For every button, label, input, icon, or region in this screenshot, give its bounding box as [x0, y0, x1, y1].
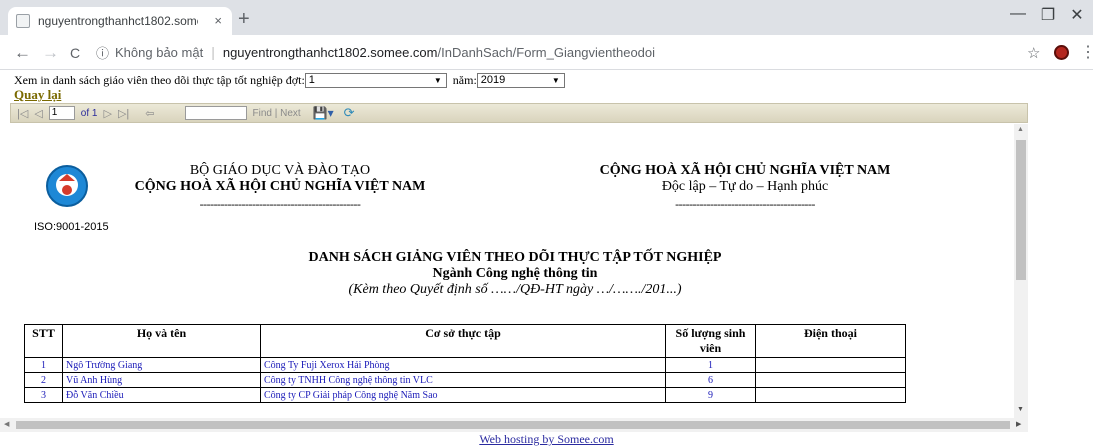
year-select-value: 2019 — [480, 74, 506, 86]
country-name-right: CỘNG HOÀ XÃ HỘI CHỦ NGHĨA VIỆT NAM — [599, 163, 891, 178]
motto: Độc lập – Tự do – Hạnh phúc — [661, 179, 829, 194]
row-place: Công Ty Fuji Xerox Hải Phòng — [260, 357, 666, 373]
find-input[interactable] — [184, 106, 247, 120]
forward-button[interactable]: → — [42, 43, 59, 63]
col-phone: Điện thoại — [755, 324, 906, 358]
col-count: Số lượng sinh viên — [665, 324, 756, 358]
report-title: DANH SÁCH GIẢNG VIÊN THEO DÕI THỰC TẬP T… — [308, 250, 722, 265]
table-row: 1 Ngô Trường Giang Công Ty Fuji Xerox Hả… — [24, 357, 906, 373]
url-host[interactable]: nguyentrongthanhct1802.somee.com — [223, 45, 438, 60]
close-window-button[interactable]: ✕ — [1062, 5, 1092, 25]
page-number-input[interactable]: 1 — [48, 106, 75, 120]
back-to-parent-icon[interactable]: ⇦ — [145, 107, 154, 120]
hosting-footer-link[interactable]: Web hosting by Somee.com — [0, 432, 1093, 446]
row-place: Công ty CP Giải pháp Công nghệ Năm Sao — [260, 387, 666, 403]
horizontal-scroll-thumb[interactable] — [16, 421, 1010, 429]
new-tab-button[interactable]: + — [238, 9, 250, 29]
iso-label: ISO:9001-2015 — [34, 221, 109, 233]
row-place: Công ty TNHH Công nghệ thông tin VLC — [260, 372, 666, 388]
find-separator: | — [274, 107, 278, 119]
scroll-left-icon[interactable]: ◀ — [4, 420, 9, 428]
info-icon[interactable]: ⓘ — [96, 43, 109, 62]
row-name: Vũ Anh Hùng — [62, 372, 261, 388]
horizontal-scrollbar[interactable]: ◀ ▶ — [0, 418, 1028, 432]
browser-toolbar: ← → C ⓘ Không bảo mật | nguyentrongthanh… — [0, 35, 1093, 70]
table-header-row: STT Họ và tên Cơ sở thực tập Số lượng si… — [24, 324, 906, 358]
next-page-icon[interactable]: ▷ — [103, 107, 111, 120]
header-right-divider: ---------------------------------------- — [675, 197, 815, 211]
period-select-value: 1 — [308, 74, 315, 86]
refresh-icon[interactable]: ⟳ — [344, 105, 355, 121]
report-note: (Kèm theo Quyết định số ……/QĐ-HT ngày …/… — [348, 282, 682, 297]
chevron-down-icon: ▼ — [433, 76, 442, 85]
bookmark-star-icon[interactable]: ☆ — [1027, 44, 1040, 62]
url-path[interactable]: /InDanhSach/Form_Giangvientheodoi — [438, 45, 656, 60]
browser-tabstrip: nguyentrongthanhct1802.somee × + — ❐ ✕ — [0, 0, 1093, 35]
row-phone — [755, 387, 906, 403]
row-phone — [755, 372, 906, 388]
maximize-button[interactable]: ❐ — [1033, 5, 1063, 25]
report-title-block: DANH SÁCH GIẢNG VIÊN THEO DÕI THỰC TẬP T… — [240, 250, 790, 298]
last-page-icon[interactable]: ▷| — [118, 107, 129, 120]
country-name-left: CỘNG HOÀ XÃ HỘI CHỦ NGHĨA VIỆT NAM — [134, 179, 426, 194]
security-label[interactable]: Không bảo mật — [115, 45, 203, 60]
year-select[interactable]: 2019 ▼ — [476, 73, 565, 88]
ministry-name: BỘ GIÁO DỤC VÀ ĐÀO TẠO — [189, 163, 371, 178]
minimize-button[interactable]: — — [1003, 5, 1033, 23]
row-count: 9 — [665, 387, 756, 403]
row-name: Đỗ Văn Chiều — [62, 387, 261, 403]
col-stt: STT — [24, 324, 63, 358]
tab-close-icon[interactable]: × — [214, 13, 222, 28]
year-label: năm: — [452, 73, 477, 87]
report-viewport: ISO:9001-2015 BỘ GIÁO DỤC VÀ ĐÀO TẠO CỘN… — [10, 124, 1014, 418]
header-left: BỘ GIÁO DỤC VÀ ĐÀO TẠO CỘNG HOÀ XÃ HỘI C… — [120, 163, 440, 212]
report-toolbar: |◁ ◁ 1 of 1 ▷ ▷| ⇦ Find | Next 💾▾ ⟳ — [10, 103, 1028, 123]
period-select[interactable]: 1 ▼ — [304, 73, 447, 88]
reload-button[interactable]: C — [70, 45, 80, 61]
extension-icon[interactable] — [1054, 45, 1069, 60]
tab-title: nguyentrongthanhct1802.somee — [38, 14, 198, 28]
back-link[interactable]: Quay lại — [14, 87, 61, 103]
omnibox-separator: | — [211, 44, 215, 60]
table-row: 3 Đỗ Văn Chiều Công ty CP Giải pháp Công… — [24, 387, 906, 403]
table-row: 2 Vũ Anh Hùng Công ty TNHH Công nghệ thô… — [24, 372, 906, 388]
address-bar[interactable]: ⓘ Không bảo mật | nguyentrongthanhct1802… — [96, 39, 1026, 65]
scroll-up-icon[interactable]: ▲ — [1017, 126, 1024, 133]
row-name: Ngô Trường Giang — [62, 357, 261, 373]
row-count: 1 — [665, 357, 756, 373]
back-button[interactable]: ← — [14, 43, 31, 63]
row-phone — [755, 357, 906, 373]
find-link[interactable]: Find — [253, 108, 272, 119]
vertical-scroll-thumb[interactable] — [1016, 140, 1026, 280]
page-count-label: of 1 — [80, 107, 98, 119]
find-next-link[interactable]: Next — [280, 108, 301, 119]
header-right: CỘNG HOÀ XÃ HỘI CHỦ NGHĨA VIỆT NAM Độc l… — [580, 163, 910, 212]
instructor-table: STT Họ và tên Cơ sở thực tập Số lượng si… — [24, 324, 906, 403]
export-icon[interactable]: 💾▾ — [313, 106, 334, 120]
browser-tab[interactable]: nguyentrongthanhct1802.somee × — [8, 7, 232, 35]
scroll-down-icon[interactable]: ▼ — [1017, 406, 1024, 413]
school-logo-icon — [46, 165, 88, 207]
browser-menu-icon[interactable]: ⋮ — [1080, 42, 1093, 62]
row-count: 6 — [665, 372, 756, 388]
chevron-down-icon: ▼ — [551, 76, 560, 85]
period-label: Xem in danh sách giáo viên theo dõi thực… — [14, 73, 305, 87]
report-subtitle: Ngành Công nghệ thông tin — [432, 266, 598, 281]
prev-page-icon[interactable]: ◁ — [34, 107, 42, 120]
row-stt: 3 — [24, 387, 63, 403]
page-favicon-icon — [16, 14, 30, 28]
vertical-scrollbar[interactable]: ▲ ▼ — [1014, 124, 1028, 418]
header-left-divider: ----------------------------------------… — [199, 197, 361, 211]
row-stt: 2 — [24, 372, 63, 388]
scroll-right-icon[interactable]: ▶ — [1016, 420, 1021, 428]
col-name: Họ và tên — [62, 324, 261, 358]
first-page-icon[interactable]: |◁ — [17, 107, 28, 120]
filter-row: Xem in danh sách giáo viên theo dõi thực… — [14, 73, 565, 88]
col-place: Cơ sở thực tập — [260, 324, 666, 358]
row-stt: 1 — [24, 357, 63, 373]
